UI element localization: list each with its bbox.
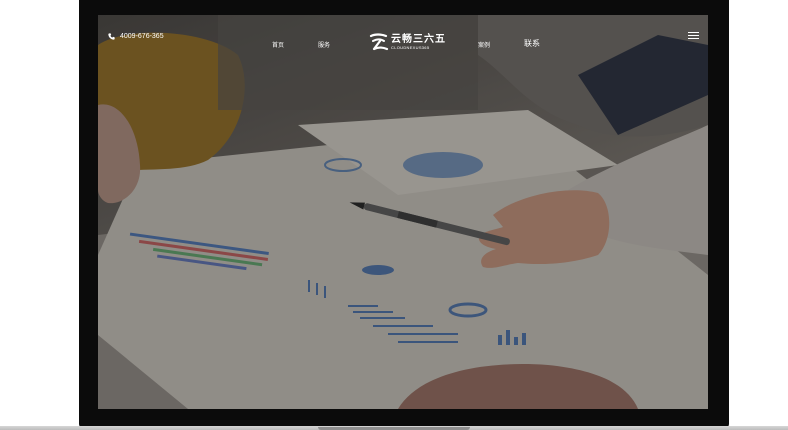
nav-item-services[interactable]: 服务	[318, 40, 330, 49]
nav-item-cases[interactable]: 案例	[478, 40, 490, 49]
nav-item-contact[interactable]: 联系	[524, 38, 540, 49]
logo-mark-icon	[369, 33, 389, 51]
phone-number: 4009-676-365	[120, 33, 164, 40]
hero-screen: 4009-676-365 首页 服务 云畅三六五 CLOUDNEXUS365 案…	[98, 15, 708, 409]
nav-item-home[interactable]: 首页	[272, 40, 284, 49]
site-header: 4009-676-365 首页 服务 云畅三六五 CLOUDNEXUS365 案…	[98, 15, 708, 75]
hamburger-menu-icon[interactable]	[688, 32, 699, 41]
phone-icon	[108, 33, 115, 40]
site-logo[interactable]: 云畅三六五 CLOUDNEXUS365	[369, 32, 446, 52]
logo-name-cn: 云畅三六五	[391, 33, 446, 45]
phone-contact[interactable]: 4009-676-365	[108, 33, 164, 40]
logo-name-en: CLOUDNEXUS365	[391, 44, 430, 50]
